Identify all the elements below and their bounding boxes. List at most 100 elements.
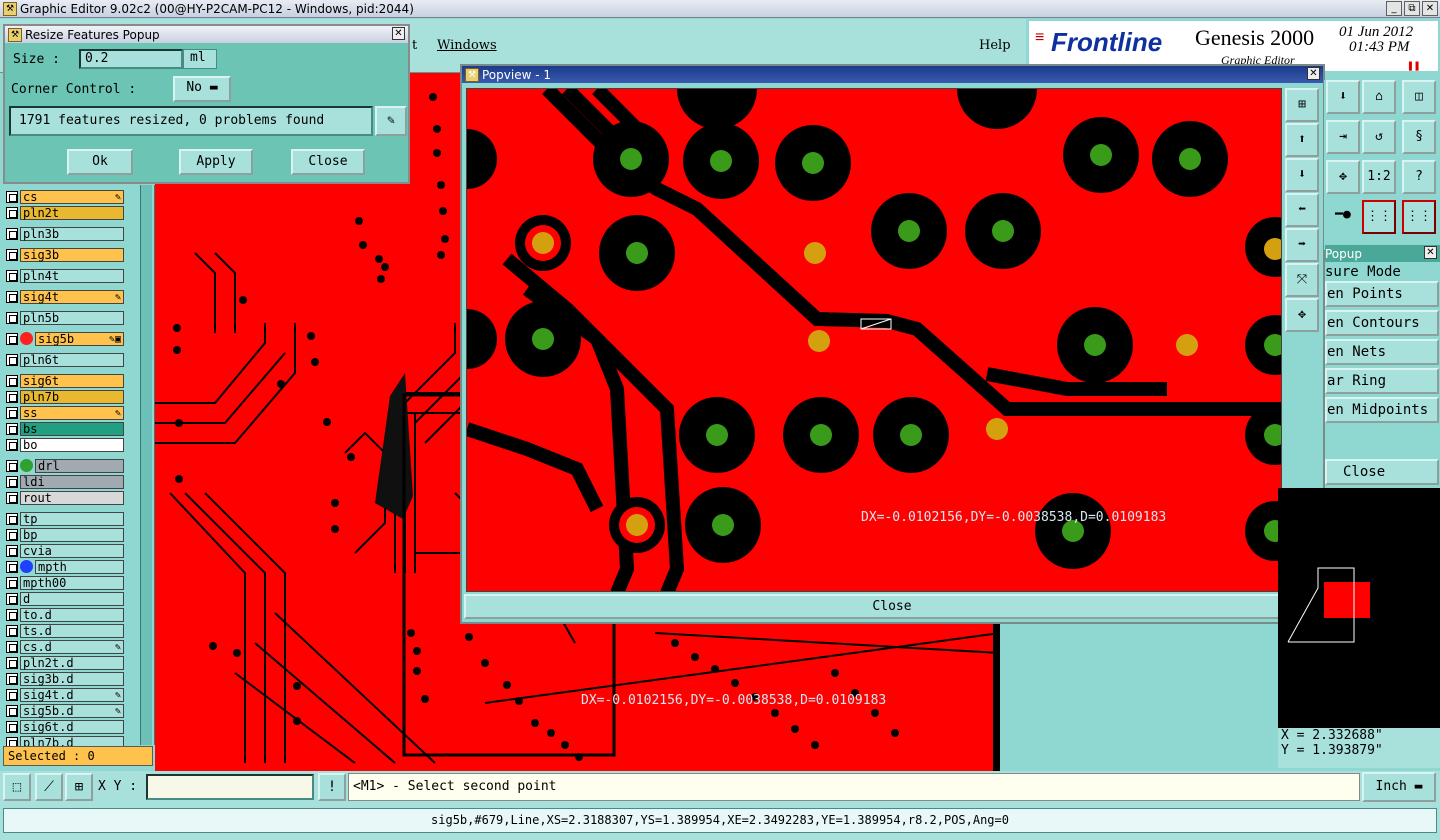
layer-name[interactable]: mpth00 [20, 575, 124, 590]
layer-row[interactable]: sig4t ✎ [6, 289, 124, 304]
pan-left-icon[interactable]: ⬅ [1285, 193, 1319, 227]
layer-row[interactable]: to.d [6, 607, 124, 622]
layer-name[interactable]: bp [20, 527, 124, 542]
layer-name[interactable]: tp [20, 511, 124, 526]
layer-checkbox[interactable] [6, 576, 18, 589]
layer-name[interactable]: pln7b [20, 389, 124, 404]
layer-checkbox[interactable] [6, 390, 18, 403]
layer-name[interactable]: cs.d ✎ [20, 639, 124, 654]
layer-row[interactable]: rout [6, 490, 124, 505]
layer-row[interactable]: ts.d [6, 623, 124, 638]
home-icon[interactable]: ⌂ [1362, 80, 1396, 114]
alert-icon[interactable]: ! [318, 773, 346, 801]
layer-row[interactable]: bp [6, 527, 124, 542]
layer-checkbox[interactable] [6, 227, 18, 240]
net-colors-icon[interactable]: ⋮⋮ [1402, 200, 1436, 234]
measure-between-points[interactable]: en Points [1325, 281, 1439, 307]
measure-annular-ring[interactable]: ar Ring [1325, 368, 1439, 394]
resize-popup-close-icon[interactable]: ✕ [392, 27, 405, 40]
layer-row[interactable]: tp [6, 511, 124, 526]
layer-row[interactable]: sig3b.d [6, 671, 124, 686]
layer-row[interactable]: d [6, 591, 124, 606]
layer-row[interactable]: cvia [6, 543, 124, 558]
layer-name[interactable]: d [20, 591, 124, 606]
save-icon[interactable]: ⬇ [1326, 80, 1360, 114]
layer-name[interactable]: ss ✎ [20, 405, 124, 420]
help-button[interactable]: ? [1402, 160, 1436, 194]
layer-name[interactable]: sig4t ✎ [20, 289, 124, 304]
apply-button[interactable]: Apply [179, 149, 253, 175]
layer-row[interactable]: pln2t.d [6, 655, 124, 670]
move-icon[interactable]: ✥ [1326, 160, 1360, 194]
layer-checkbox[interactable] [6, 269, 18, 282]
menu-windows[interactable]: Windows [437, 38, 497, 53]
layer-checkbox[interactable] [6, 190, 18, 203]
layer-row[interactable]: pln4t [6, 268, 124, 283]
zoom-in-icon[interactable]: ⊞ [1285, 88, 1319, 122]
popview-close-icon[interactable]: ✕ [1307, 67, 1320, 80]
center-icon[interactable]: ✥ [1285, 298, 1319, 332]
report-icon[interactable]: ✎ [375, 106, 407, 136]
layer-row[interactable]: sig6t.d [6, 719, 124, 734]
layer-name[interactable]: pln2t.d [20, 655, 124, 670]
layer-row[interactable]: ldi [6, 474, 124, 489]
layer-row[interactable]: pln2t [6, 205, 124, 220]
grid-icon[interactable]: ⊞ [65, 773, 93, 801]
layer-name[interactable]: sig5b ✎▣ [35, 331, 124, 346]
layer-row[interactable]: pln6t [6, 352, 124, 367]
menu-help[interactable]: Help [979, 38, 1011, 53]
layer-row[interactable]: bs [6, 421, 124, 436]
scale-button[interactable]: 1:2 [1362, 160, 1396, 194]
layer-name[interactable]: cs ✎ [20, 189, 124, 204]
layer-row[interactable]: cs ✎ [6, 189, 124, 204]
layer-name[interactable]: bo [20, 437, 124, 452]
measure-between-contours[interactable]: en Contours [1325, 310, 1439, 336]
layer-checkbox[interactable] [6, 656, 18, 669]
layer-checkbox[interactable] [6, 624, 18, 637]
layer-name[interactable]: drl [35, 458, 124, 473]
layer-checkbox[interactable] [6, 438, 18, 451]
layer-checkbox[interactable] [6, 459, 18, 472]
layer-name[interactable]: sig5b.d ✎ [20, 703, 124, 718]
layer-name[interactable]: pln2t [20, 205, 124, 220]
layer-row[interactable]: sig5b.d ✎ [6, 703, 124, 718]
minimize-button[interactable]: _ [1386, 1, 1402, 16]
snap-icon[interactable]: § [1402, 120, 1436, 154]
layer-name[interactable]: ldi [20, 474, 124, 489]
units-select[interactable]: Inch ▬ [1362, 772, 1436, 802]
layer-checkbox[interactable] [6, 512, 18, 525]
layer-name[interactable]: rout [20, 490, 124, 505]
layer-checkbox[interactable] [6, 290, 18, 303]
xy-input[interactable] [146, 774, 314, 800]
layer-row[interactable]: cs.d ✎ [6, 639, 124, 654]
menu-item-t[interactable]: t [412, 38, 417, 53]
measure-between-nets[interactable]: en Nets [1325, 339, 1439, 365]
layer-checkbox[interactable] [6, 672, 18, 685]
layer-row[interactable]: pln3b [6, 226, 124, 241]
size-input[interactable]: 0.2 [79, 49, 183, 69]
corner-control-select[interactable]: No ▬ [173, 76, 231, 102]
layer-checkbox[interactable] [6, 704, 18, 717]
layer-name[interactable]: pln3b [20, 226, 124, 241]
pan-down-icon[interactable]: ⬇ [1285, 158, 1319, 192]
layer-row[interactable]: sig3b [6, 247, 124, 262]
pan-up-icon[interactable]: ⬆ [1285, 123, 1319, 157]
layer-colors-icon[interactable]: ⋮⋮ [1362, 200, 1396, 234]
layer-checkbox[interactable] [6, 206, 18, 219]
popview-canvas[interactable]: DX=-0.0102156,DY=-0.0038538,D=0.0109183 [466, 88, 1282, 592]
layer-row[interactable]: drl [6, 458, 124, 473]
maximize-button[interactable]: ⧉ [1404, 1, 1420, 16]
layer-name[interactable]: sig3b.d [20, 671, 124, 686]
layer-row[interactable]: ss ✎ [6, 405, 124, 420]
measure-icon[interactable]: ⟋ [35, 773, 63, 801]
ok-button[interactable]: Ok [67, 149, 133, 175]
layer-row[interactable]: bo [6, 437, 124, 452]
close-button[interactable]: Close [291, 149, 365, 175]
layer-name[interactable]: cvia [20, 543, 124, 558]
layer-checkbox[interactable] [6, 640, 18, 653]
measure-between-midpoints[interactable]: en Midpoints [1325, 397, 1439, 423]
layer-row[interactable]: sig4t.d ✎ [6, 687, 124, 702]
import-icon[interactable]: ⇥ [1326, 120, 1360, 154]
pan-right-icon[interactable]: ➡ [1285, 228, 1319, 262]
layer-checkbox[interactable] [6, 592, 18, 605]
